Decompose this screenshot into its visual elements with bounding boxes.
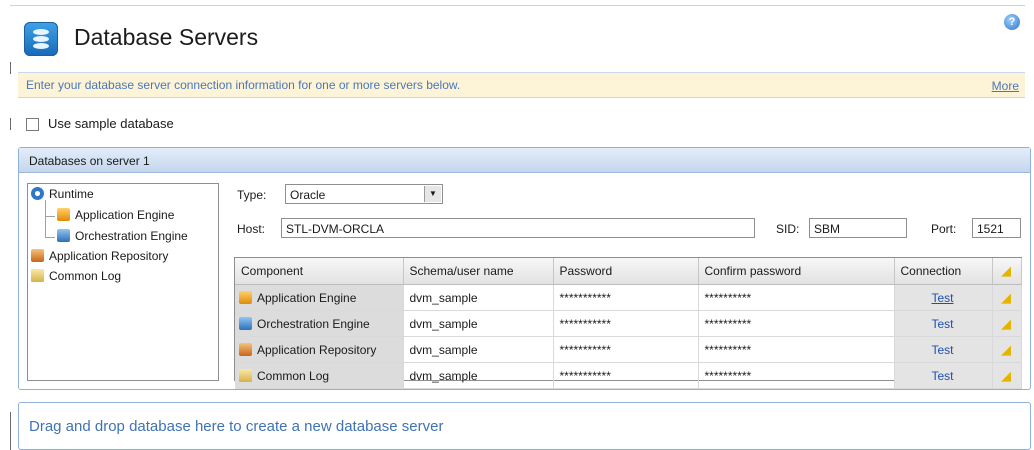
component-name: Orchestration Engine [257, 316, 370, 331]
password-cell[interactable]: *********** [553, 336, 699, 363]
component-name: Common Log [257, 368, 330, 383]
common-log-icon [239, 368, 252, 382]
schema-cell[interactable]: dvm_sample [403, 310, 554, 337]
top-border [10, 5, 1025, 6]
tree-item-application-repository[interactable]: Application Repository [31, 249, 168, 263]
drop-zone-text: Drag and drop database here to create a … [29, 418, 444, 435]
sid-label: SID: [776, 222, 800, 236]
help-icon[interactable]: ? [1004, 14, 1020, 30]
component-name: Application Engine [257, 290, 357, 305]
schema-cell[interactable]: dvm_sample [403, 336, 554, 363]
tree-item-application-engine[interactable]: Application Engine [57, 208, 174, 222]
component-cell: Application Engine [235, 284, 404, 311]
schema-cell[interactable]: dvm_sample [403, 284, 554, 311]
group-title: Databases on server 1 [29, 154, 150, 168]
clear-cell: ◢ [992, 284, 1022, 311]
table-header-row: Component Schema/user name Password Conf… [235, 258, 1022, 285]
password-cell[interactable]: *********** [553, 310, 699, 337]
tree-item-runtime[interactable]: Runtime [31, 187, 94, 201]
component-tree: Runtime Application Engine Orchestration… [27, 183, 219, 381]
left-edge-mark [10, 118, 11, 130]
confirm-password-cell[interactable]: ********** [698, 310, 895, 337]
tree-item-label: Application Engine [75, 208, 175, 222]
left-edge-mark [10, 412, 11, 450]
test-connection-link[interactable]: Test [931, 369, 953, 383]
tree-item-label: Runtime [49, 187, 94, 201]
databases-group: Databases on server 1 Runtime Applicatio… [18, 147, 1031, 390]
clear-cell: ◢ [992, 362, 1022, 389]
application-repository-icon [239, 342, 252, 356]
port-input[interactable]: 1521 [972, 218, 1021, 238]
broom-icon[interactable]: ◢ [1001, 368, 1011, 383]
confirm-password-cell[interactable]: ********** [698, 284, 895, 311]
test-connection-link[interactable]: Test [931, 291, 953, 305]
connection-cell: Test [894, 336, 993, 363]
connection-cell: Test [894, 284, 993, 311]
use-sample-database-checkbox[interactable] [26, 118, 39, 131]
type-label: Type: [237, 188, 267, 202]
runtime-icon [31, 187, 44, 200]
tree-item-orchestration-engine[interactable]: Orchestration Engine [57, 229, 188, 243]
password-cell[interactable]: *********** [553, 284, 699, 311]
schema-cell[interactable]: dvm_sample [403, 362, 554, 389]
common-log-icon [31, 269, 44, 282]
orchestration-engine-icon [239, 316, 252, 330]
column-header-confirm-password[interactable]: Confirm password [698, 258, 895, 285]
tree-item-common-log[interactable]: Common Log [31, 269, 121, 283]
host-label: Host: [237, 222, 266, 236]
application-engine-icon [57, 208, 70, 221]
password-cell[interactable]: *********** [553, 362, 699, 389]
table-row: Orchestration Engine dvm_sample ********… [235, 310, 1022, 337]
info-bar: Enter your database server connection in… [18, 72, 1025, 98]
page-title: Database Servers [74, 24, 259, 50]
test-connection-link[interactable]: Test [931, 343, 953, 357]
chevron-down-icon[interactable]: ▼ [424, 186, 441, 202]
broom-icon[interactable]: ◢ [1001, 290, 1011, 305]
table-row: Application Repository dvm_sample ******… [235, 336, 1022, 363]
tree-connector [45, 200, 46, 238]
broom-icon[interactable]: ◢ [1001, 316, 1011, 331]
tree-connector [45, 216, 55, 217]
application-engine-icon [239, 290, 252, 304]
column-header-schema[interactable]: Schema/user name [403, 258, 554, 285]
tree-item-label: Application Repository [49, 249, 169, 263]
column-header-component[interactable]: Component [235, 258, 404, 285]
table-row: Common Log dvm_sample *********** ******… [235, 362, 1022, 389]
info-text: Enter your database server connection in… [26, 78, 461, 92]
application-repository-icon [31, 249, 44, 262]
drop-zone[interactable]: Drag and drop database here to create a … [18, 402, 1031, 450]
column-header-clear[interactable]: ◢ [992, 258, 1022, 285]
port-label: Port: [931, 222, 957, 236]
column-header-password[interactable]: Password [553, 258, 699, 285]
left-edge-mark [10, 62, 11, 74]
tree-item-label: Orchestration Engine [75, 229, 188, 243]
broom-icon[interactable]: ◢ [1001, 342, 1011, 357]
type-select[interactable]: Oracle ▼ [285, 184, 443, 204]
more-link[interactable]: More [992, 79, 1019, 93]
use-sample-database-label: Use sample database [48, 116, 174, 131]
component-cell: Orchestration Engine [235, 310, 404, 337]
tree-item-label: Common Log [49, 269, 122, 283]
component-cell: Application Repository [235, 336, 404, 363]
group-header: Databases on server 1 [19, 148, 1030, 173]
database-icon [24, 22, 58, 56]
test-connection-link[interactable]: Test [931, 317, 953, 331]
connection-cell: Test [894, 362, 993, 389]
clear-cell: ◢ [992, 310, 1022, 337]
clear-cell: ◢ [992, 336, 1022, 363]
orchestration-engine-icon [57, 229, 70, 242]
confirm-password-cell[interactable]: ********** [698, 362, 895, 389]
component-cell: Common Log [235, 362, 404, 389]
components-table: Component Schema/user name Password Conf… [234, 257, 1022, 389]
table-row: Application Engine dvm_sample **********… [235, 284, 1022, 311]
component-name: Application Repository [257, 342, 377, 357]
type-value: Oracle [290, 188, 326, 202]
tree-connector [45, 237, 55, 238]
sid-input[interactable]: SBM [809, 218, 907, 238]
column-header-connection[interactable]: Connection [894, 258, 993, 285]
host-input[interactable]: STL-DVM-ORCLA [281, 218, 755, 238]
broom-icon: ◢ [1001, 263, 1011, 278]
confirm-password-cell[interactable]: ********** [698, 336, 895, 363]
connection-cell: Test [894, 310, 993, 337]
